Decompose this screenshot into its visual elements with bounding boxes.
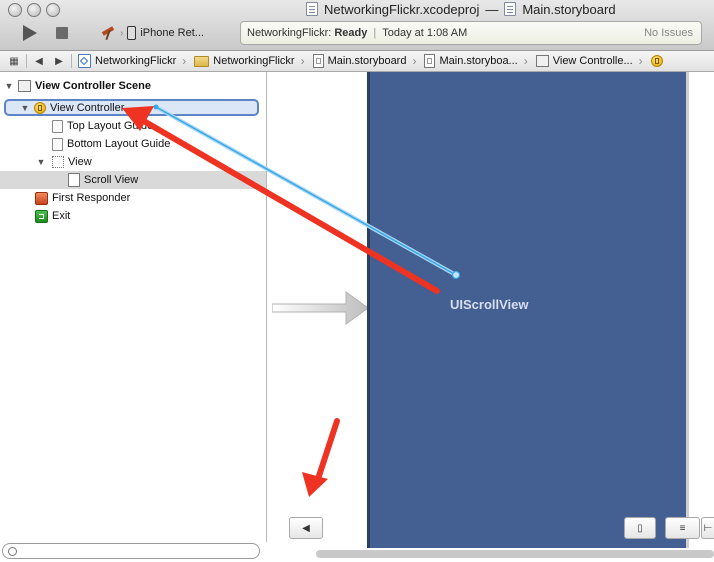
chevron-right-icon: › <box>300 54 305 68</box>
close-window-button[interactable] <box>8 3 22 17</box>
jump-bar: ▦ ◀ ▶ NetworkingFlickr › NetworkingFlick… <box>0 51 714 72</box>
layout-guide-icon <box>52 119 63 133</box>
outline-item-bottom-layout-guide[interactable]: Bottom Layout Guide <box>0 135 266 153</box>
pin-icon: ⊢ <box>703 522 713 534</box>
scene-icon <box>18 80 31 92</box>
window-title-project: NetworkingFlickr.xcodeproj <box>324 1 480 17</box>
window-titlebar: NetworkingFlickr.xcodeproj — Main.storyb… <box>0 0 714 51</box>
chevron-right-icon: › <box>182 54 187 68</box>
outline-item-first-responder[interactable]: First Responder <box>0 189 266 207</box>
breadcrumb-group[interactable]: NetworkingFlickr › <box>190 54 308 68</box>
align-icon: ≡ <box>679 522 686 534</box>
view-controller-icon <box>34 101 46 114</box>
outline-item-exit[interactable]: Exit <box>0 207 266 225</box>
forward-button[interactable]: ▶ <box>49 56 69 67</box>
outline-item-label: Bottom Layout Guide <box>67 138 171 150</box>
outline-scene-row[interactable]: ▼ View Controller Scene <box>0 77 266 95</box>
initial-scene-arrow-icon <box>272 291 369 325</box>
chevron-right-icon: › <box>638 54 643 68</box>
outline-item-label: View Controller <box>50 101 125 114</box>
back-button[interactable]: ◀ <box>29 56 49 67</box>
disclosure-triangle-icon[interactable]: ▼ <box>20 103 30 113</box>
scheme-selector[interactable]: › iPhone Ret... <box>100 22 204 44</box>
window-title-document: Main.storyboard <box>522 1 616 17</box>
zoom-window-button[interactable] <box>46 3 60 17</box>
outline-item-label: View <box>68 156 92 168</box>
hammer-icon <box>100 25 116 41</box>
window-title-separator: — <box>485 1 499 17</box>
chevron-right-icon: › <box>412 54 417 68</box>
breadcrumb-label: Main.storyboa... <box>439 55 518 67</box>
window-title: NetworkingFlickr.xcodeproj — Main.storyb… <box>306 0 616 18</box>
outline-item-scroll-view[interactable]: Scroll View <box>0 171 266 189</box>
breadcrumb-scene[interactable]: View Controlle... › <box>532 54 647 68</box>
layout-guide-icon <box>52 137 63 151</box>
storyboard-icon <box>424 54 436 68</box>
filter-icon <box>8 547 17 556</box>
iphone-icon <box>127 26 137 40</box>
scroll-view-label: UIScrollView <box>450 297 529 312</box>
activity-timestamp: Today at 1:08 AM <box>382 27 468 39</box>
document-outline: ▼ View Controller Scene ▼ View Controlle… <box>0 72 267 542</box>
outline-filter-field[interactable] <box>2 543 260 559</box>
pin-button[interactable]: ⊢ <box>701 517 714 539</box>
storyboard-icon <box>312 54 324 68</box>
minimize-window-button[interactable] <box>27 3 41 17</box>
stop-button[interactable] <box>52 24 72 42</box>
play-icon <box>23 25 37 41</box>
stop-icon <box>56 27 68 39</box>
breadcrumb-storyboard-file[interactable]: Main.storyboard › <box>309 54 421 68</box>
outline-item-view-controller[interactable]: ▼ View Controller <box>4 99 259 116</box>
jump-bar-divider <box>26 54 27 68</box>
outline-scene-title: View Controller Scene <box>35 80 151 92</box>
scroll-view-icon <box>68 173 80 187</box>
view-controller-icon <box>650 55 663 67</box>
xcodeproj-icon <box>78 54 91 68</box>
activity-status-value: Ready <box>334 27 368 39</box>
chevron-right-icon: › <box>523 54 528 68</box>
storyboard-icon <box>504 2 517 16</box>
breadcrumb-label: NetworkingFlickr <box>95 55 177 67</box>
disclosure-triangle-icon[interactable]: ▼ <box>4 81 14 91</box>
show-document-outline-button[interactable]: ◀ <box>289 517 323 539</box>
collapse-outline-icon: ◀ <box>302 522 310 534</box>
scheme-destination-label: iPhone Ret... <box>140 27 204 39</box>
xcodeproj-icon <box>306 2 318 16</box>
outline-item-view[interactable]: ▼ View <box>0 153 266 171</box>
jump-bar-divider <box>71 54 72 68</box>
outline-item-label: Top Layout Guide <box>67 120 154 132</box>
view-icon <box>52 156 64 168</box>
related-items-icon[interactable]: ▦ <box>4 56 24 67</box>
breadcrumb-project[interactable]: NetworkingFlickr › <box>74 54 190 68</box>
activity-separator: | <box>373 27 377 39</box>
run-button[interactable] <box>20 24 40 42</box>
outline-item-label: Scroll View <box>84 174 139 186</box>
chevron-right-icon: › <box>120 27 124 39</box>
activity-viewer: NetworkingFlickr: Ready | Today at 1:08 … <box>240 21 702 45</box>
outline-item-label: Exit <box>52 210 71 222</box>
exit-icon <box>35 209 48 223</box>
breadcrumb-view-controller[interactable] <box>647 55 667 67</box>
activity-issues: No Issues <box>644 27 693 39</box>
breadcrumb-label: NetworkingFlickr <box>213 55 295 67</box>
form-factor-button[interactable]: ▯ <box>624 517 656 539</box>
folder-icon <box>194 55 210 67</box>
canvas-horizontal-scrollbar[interactable] <box>316 550 714 558</box>
breadcrumb-storyboard-base[interactable]: Main.storyboa... › <box>420 54 531 68</box>
breadcrumb-label: Main.storyboard <box>327 55 407 67</box>
first-responder-icon <box>35 191 48 205</box>
breadcrumb-label: View Controlle... <box>552 55 633 67</box>
outline-item-label: First Responder <box>52 192 131 204</box>
disclosure-triangle-icon[interactable]: ▼ <box>36 157 46 167</box>
iphone-icon: ▯ <box>637 522 643 534</box>
scene-icon <box>535 55 549 67</box>
outline-item-top-layout-guide[interactable]: Top Layout Guide <box>0 117 266 135</box>
activity-status-prefix: NetworkingFlickr: <box>247 27 332 39</box>
align-button[interactable]: ≡ <box>665 517 700 539</box>
